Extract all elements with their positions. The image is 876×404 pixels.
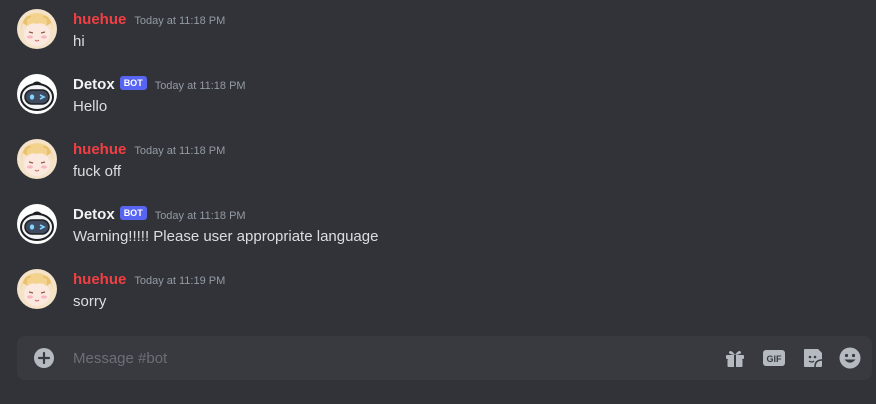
anime-girl-avatar-icon (17, 9, 57, 49)
message-content: Hello (73, 98, 108, 115)
message-input[interactable] (73, 336, 633, 380)
message-header: huehue Today at 11:18 PM (73, 10, 225, 30)
gif-button[interactable]: GIF (762, 346, 786, 370)
upload-button[interactable] (33, 347, 55, 369)
message-timestamp[interactable]: Today at 11:19 PM (134, 271, 225, 291)
message-item: huehue Today at 11:18 PM fuck off (0, 130, 876, 188)
author-name[interactable]: huehue (73, 140, 126, 160)
author-name[interactable]: huehue (73, 10, 126, 30)
message-composer: GIF (17, 336, 872, 380)
message-header: huehue Today at 11:19 PM (73, 270, 225, 290)
message-timestamp[interactable]: Today at 11:18 PM (134, 141, 225, 161)
plus-circle-icon (34, 348, 54, 368)
gift-button[interactable] (723, 346, 747, 370)
sticker-button[interactable] (801, 346, 825, 370)
message-content: hi (73, 33, 85, 50)
message-content: sorry (73, 293, 107, 310)
message-header: Detox BOT Today at 11:18 PM (73, 75, 246, 95)
message-content: fuck off (73, 163, 122, 180)
user-avatar[interactable] (17, 9, 57, 49)
author-name[interactable]: huehue (73, 270, 126, 290)
bot-avatar[interactable] (17, 74, 57, 114)
gift-icon (726, 351, 744, 367)
message-header: huehue Today at 11:18 PM (73, 140, 225, 160)
bot-tag: BOT (119, 206, 147, 220)
bot-tag: BOT (119, 76, 147, 90)
message-item: Detox BOT Today at 11:18 PM Hello (0, 65, 876, 123)
message-content: Warning!!!!! Please user appropriate lan… (73, 228, 379, 245)
robot-avatar-icon (17, 204, 57, 244)
anime-girl-avatar-icon (17, 269, 57, 309)
sticker-icon (804, 349, 823, 368)
message-item: huehue Today at 11:18 PM hi (0, 0, 876, 58)
user-avatar[interactable] (17, 139, 57, 179)
emoji-button[interactable] (838, 346, 862, 370)
message-item: huehue Today at 11:19 PM sorry (0, 260, 876, 318)
gif-icon: GIF (763, 350, 785, 366)
message-timestamp[interactable]: Today at 11:18 PM (134, 11, 225, 31)
message-item: Detox BOT Today at 11:18 PM Warning!!!!!… (0, 195, 876, 253)
message-header: Detox BOT Today at 11:18 PM (73, 205, 246, 225)
author-name[interactable]: Detox (73, 205, 115, 225)
message-timestamp[interactable]: Today at 11:18 PM (155, 206, 246, 226)
user-avatar[interactable] (17, 269, 57, 309)
robot-avatar-icon (17, 74, 57, 114)
author-name[interactable]: Detox (73, 75, 115, 95)
message-list: huehue Today at 11:18 PM hi Detox BOT To… (0, 0, 876, 330)
bot-avatar[interactable] (17, 204, 57, 244)
svg-text:GIF: GIF (767, 354, 783, 364)
anime-girl-avatar-icon (17, 139, 57, 179)
message-timestamp[interactable]: Today at 11:18 PM (155, 76, 246, 96)
emoji-icon (839, 347, 861, 369)
